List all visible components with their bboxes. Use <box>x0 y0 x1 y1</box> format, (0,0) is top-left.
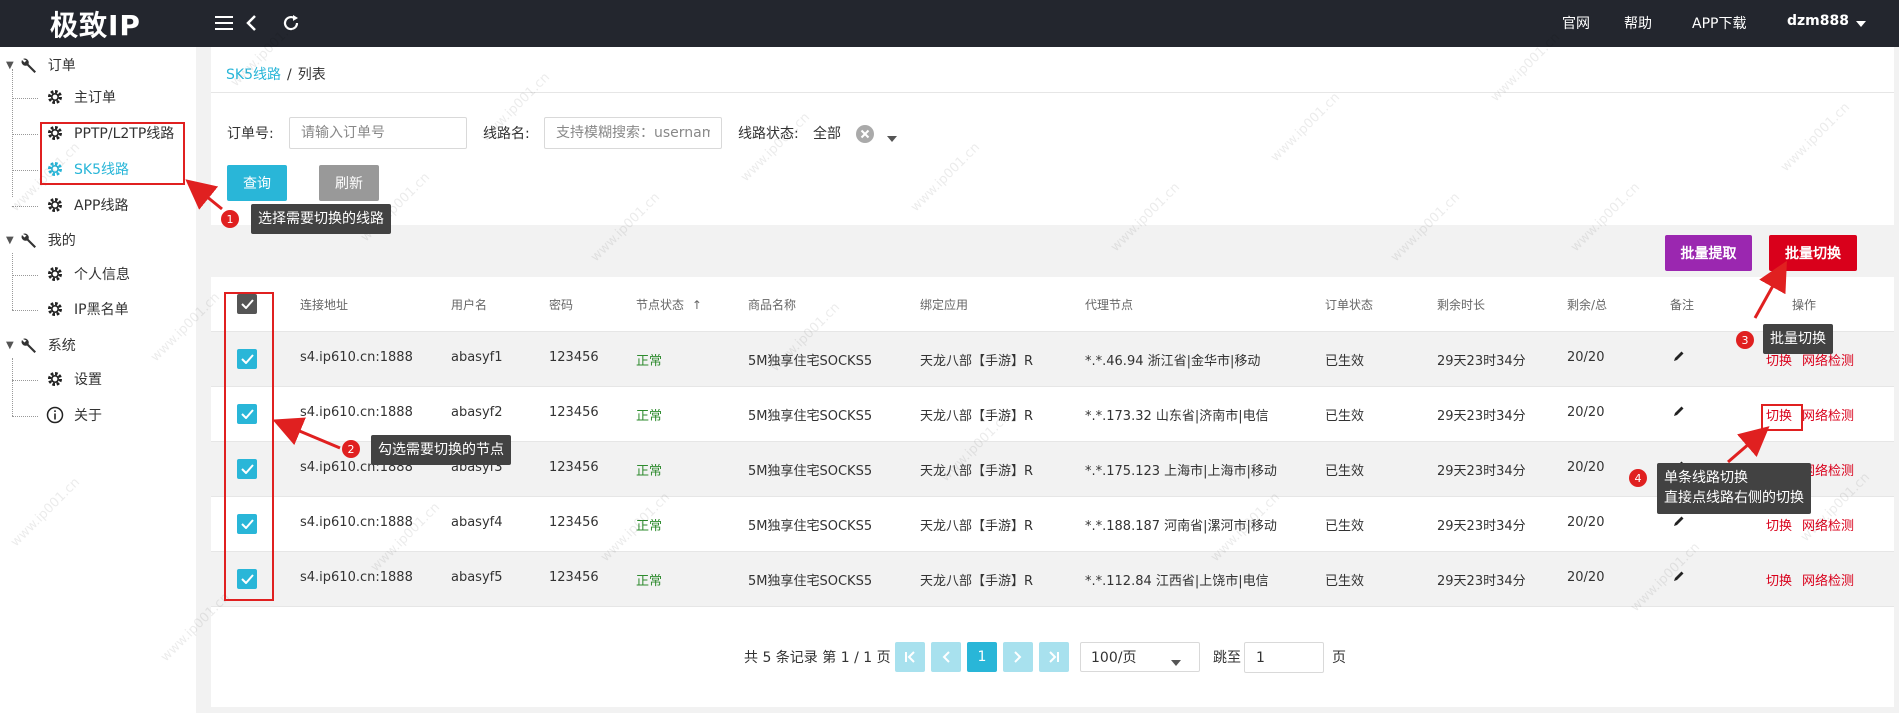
annotation-tip-4-line2: 直接点线路右侧的切换 <box>1664 490 1804 507</box>
step-badge-3: 3 <box>1736 331 1754 349</box>
annotation-tip-4-line1: 单条线路切换 <box>1664 470 1748 486</box>
annotation-tip-3: 批量切换 <box>1763 324 1833 355</box>
step-badge-2: 2 <box>342 440 360 458</box>
annotation-tip-1: 选择需要切换的线路 <box>251 204 391 235</box>
annotation-tip-4: 单条线路切换 直接点线路右侧的切换 <box>1657 463 1811 514</box>
annotation-tip-2: 勾选需要切换的节点 <box>371 435 511 466</box>
step-badge-4: 4 <box>1629 469 1647 487</box>
step-badge-1: 1 <box>221 210 239 228</box>
annotation-arrows <box>185 179 1787 464</box>
